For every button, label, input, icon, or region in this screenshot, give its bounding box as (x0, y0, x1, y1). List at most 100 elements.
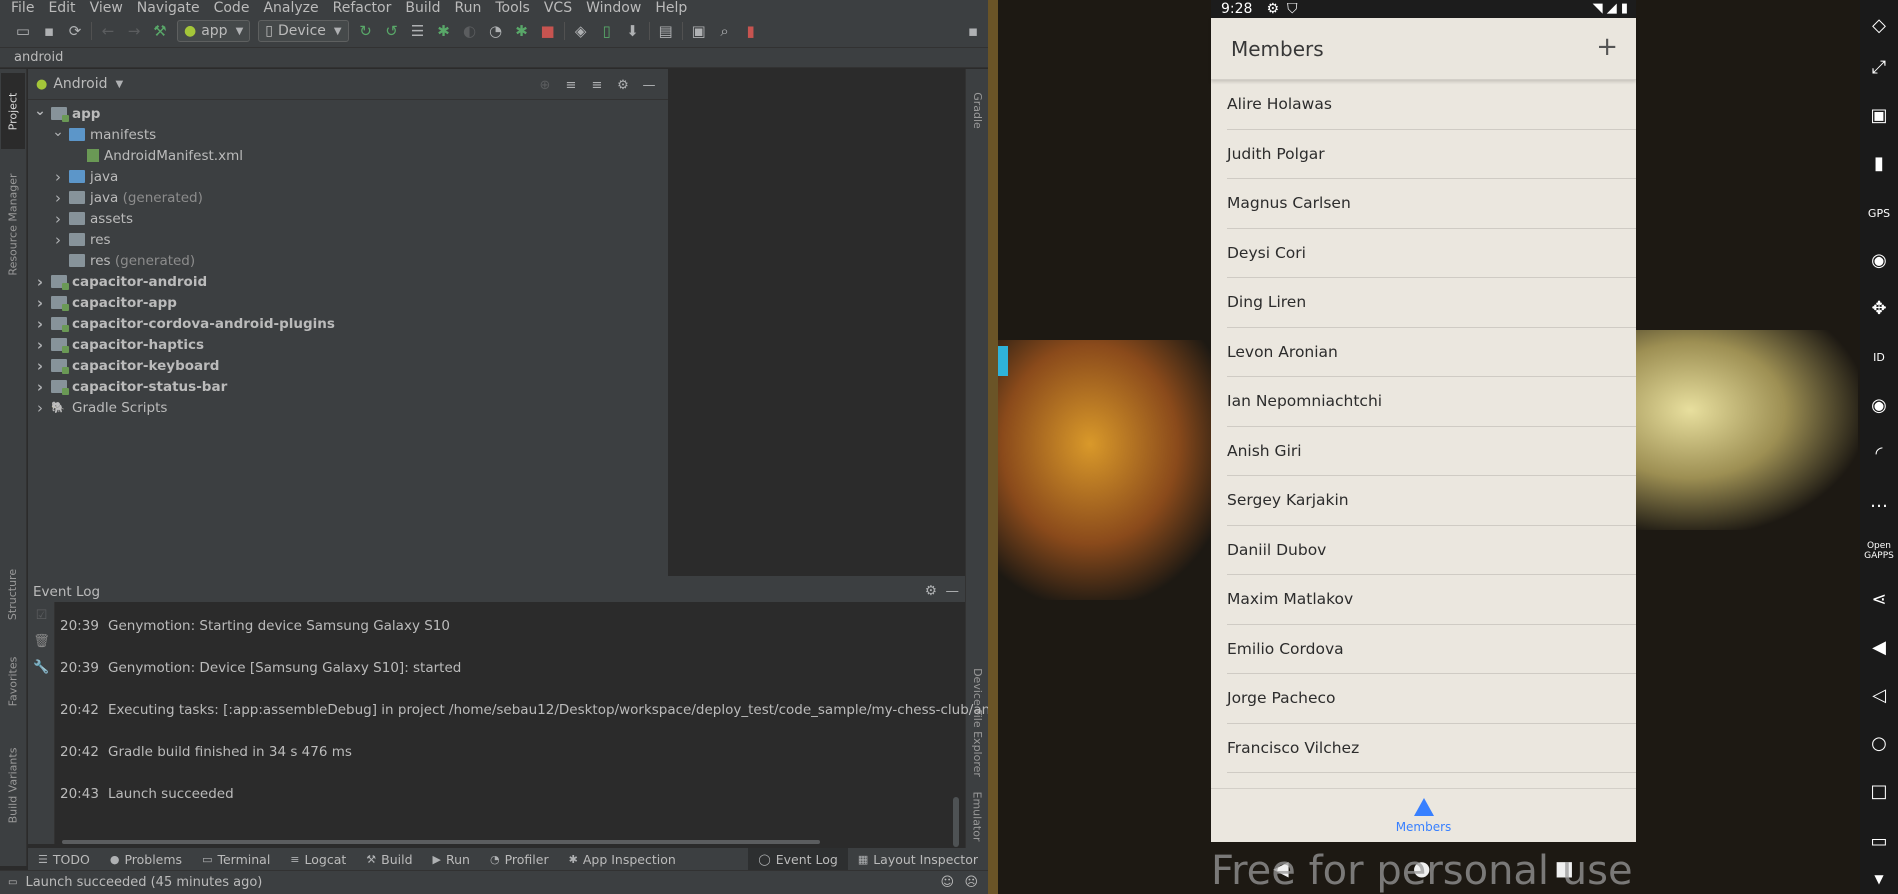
wrench-icon[interactable]: 🔧 (28, 654, 55, 680)
back-icon[interactable]: ← (95, 18, 121, 44)
tab-project[interactable]: Project (1, 73, 25, 149)
media-icon[interactable]: ◉ (1860, 390, 1898, 420)
search-icon[interactable]: ⌕ (712, 18, 738, 44)
list-item[interactable]: Daniil Dubov (1227, 526, 1636, 575)
list-item[interactable]: Deysi Cori (1227, 229, 1636, 278)
user-icon[interactable]: ▪ (960, 18, 986, 44)
list-item[interactable]: Levon Aronian (1227, 328, 1636, 377)
tab-run[interactable]: ▶ Run (423, 848, 480, 870)
vertical-scrollbar[interactable] (953, 797, 959, 847)
tab-favorites[interactable]: Favorites (1, 647, 25, 715)
coverage-icon[interactable]: ◐ (457, 18, 483, 44)
chevron-down-icon[interactable]: ▼ (115, 79, 123, 90)
capture-icon[interactable]: ▣ (1860, 100, 1898, 130)
project-structure-icon[interactable]: ▤ (653, 18, 679, 44)
list-item[interactable]: Ian Nepomniachtchi (1227, 377, 1636, 427)
fullscreen-icon[interactable]: ⤢ (1860, 52, 1898, 82)
chevron-right-icon[interactable]: › (50, 231, 66, 249)
tree-node[interactable]: › res (28, 229, 668, 250)
tab-members[interactable]: Members (1396, 797, 1451, 834)
menu-item-analyze[interactable]: Analyze (263, 0, 318, 16)
volume-icon[interactable]: ◀ (1860, 632, 1898, 662)
tree-node[interactable]: › 🐘 Gradle Scripts (28, 397, 668, 418)
tree-node[interactable]: › capacitor-haptics (28, 334, 668, 355)
chevron-right-icon[interactable]: › (50, 189, 66, 207)
mark-all-read-icon[interactable]: ☑ (28, 602, 55, 628)
tree-node[interactable]: › capacitor-keyboard (28, 355, 668, 376)
list-item[interactable]: Ding Liren (1227, 278, 1636, 328)
collapse-all-icon[interactable]: ≡ (584, 75, 610, 95)
apply-code-changes-icon[interactable]: ↺ (379, 18, 405, 44)
menu-item-tools[interactable]: Tools (495, 0, 530, 16)
device-manager-icon[interactable]: ▮ (738, 18, 764, 44)
tree-node[interactable]: › java (generated) (28, 187, 668, 208)
menu-item-run[interactable]: Run (455, 0, 482, 16)
tab-build[interactable]: ⚒ Build (356, 848, 422, 870)
menu-item-code[interactable]: Code (214, 0, 250, 16)
make-project-icon[interactable]: ⚒ (147, 18, 173, 44)
status-message[interactable]: Launch succeeded (45 minutes ago) (25, 875, 262, 890)
menu-item-build[interactable]: Build (405, 0, 440, 16)
menu-item-file[interactable]: File (11, 0, 34, 16)
open-gapps-icon[interactable]: Open GAPPS (1860, 534, 1898, 568)
list-item[interactable]: Alire Holawas (1227, 80, 1636, 130)
run-list-icon[interactable]: ☰ (405, 18, 431, 44)
identifier-icon[interactable]: ID (1860, 342, 1898, 372)
tab-structure[interactable]: Structure (1, 557, 25, 631)
avd-manager-icon[interactable]: ▯ (594, 18, 620, 44)
sms-icon[interactable]: … (1860, 486, 1898, 516)
chevron-down-icon[interactable]: ⌄ (32, 103, 48, 119)
forward-icon[interactable]: → (121, 18, 147, 44)
list-item[interactable]: Jorge Pacheco (1227, 674, 1636, 724)
chevron-right-icon[interactable]: › (32, 336, 48, 354)
tab-build-variants[interactable]: Build Variants (1, 734, 25, 836)
menu-item-edit[interactable]: Edit (48, 0, 75, 16)
profile-icon[interactable]: ◔ (483, 18, 509, 44)
list-item[interactable]: Anish Giri (1227, 427, 1636, 476)
tab-layout-inspector[interactable]: ▦ Layout Inspector (848, 848, 988, 870)
tab-app-inspection[interactable]: ✱ App Inspection (559, 848, 686, 870)
chevron-right-icon[interactable]: › (50, 210, 66, 228)
tree-node[interactable]: › capacitor-app (28, 292, 668, 313)
gear-icon[interactable]: ⚙ (925, 583, 937, 599)
hide-icon[interactable]: — (946, 583, 960, 599)
chevron-right-icon[interactable]: › (32, 357, 48, 375)
chevron-right-icon[interactable]: › (32, 273, 48, 291)
sync-icon[interactable]: ⟳ (62, 18, 88, 44)
gear-icon[interactable]: ⚙ (610, 75, 636, 95)
hide-icon[interactable]: — (636, 75, 662, 95)
tab-event-log[interactable]: ◯ Event Log (748, 848, 848, 870)
trash-icon[interactable]: 🗑 (28, 628, 55, 654)
chevron-right-icon[interactable]: › (32, 378, 48, 396)
menu-item-help[interactable]: Help (655, 0, 687, 16)
recents-icon[interactable]: □ (1860, 776, 1898, 806)
gps-icon[interactable]: GPS (1860, 198, 1898, 228)
back-icon[interactable]: ◁ (1860, 680, 1898, 710)
project-view-select[interactable]: Android (53, 76, 107, 92)
list-item[interactable]: Magnus Carlsen (1227, 179, 1636, 229)
tab-resource-manager[interactable]: Resource Manager (1, 159, 25, 289)
tab-logcat[interactable]: ≡ Logcat (280, 848, 356, 870)
share-icon[interactable]: ⋖ (1860, 584, 1898, 614)
list-item[interactable]: Maxim Matlakov (1227, 575, 1636, 625)
menu-item-window[interactable]: Window (586, 0, 641, 16)
locate-icon[interactable]: ⊕ (532, 75, 558, 95)
chevron-right-icon[interactable]: › (32, 294, 48, 312)
list-item[interactable]: Emilio Cordova (1227, 625, 1636, 674)
open-icon[interactable]: ▭ (10, 18, 36, 44)
move-icon[interactable]: ✥ (1860, 293, 1898, 323)
device-select[interactable]: ▯ Device ▼ (258, 20, 349, 42)
stop-icon[interactable]: ■ (535, 18, 561, 44)
tree-node[interactable]: AndroidManifest.xml (28, 145, 668, 166)
sdk-manager-icon[interactable]: ⬇ (620, 18, 646, 44)
tree-node[interactable]: ⌄ manifests (28, 124, 668, 145)
chevron-right-icon[interactable]: › (32, 399, 48, 417)
expand-all-icon[interactable]: ≡ (558, 75, 584, 95)
menu-item-refactor[interactable]: Refactor (333, 0, 392, 16)
genymotion-icon[interactable]: ◈ (568, 18, 594, 44)
chevron-right-icon[interactable]: › (32, 315, 48, 333)
run-config-select[interactable]: ● app ▼ (177, 20, 251, 42)
tree-node[interactable]: › capacitor-status-bar (28, 376, 668, 397)
save-icon[interactable]: ▪ (36, 18, 62, 44)
camera-icon[interactable]: ◉ (1860, 245, 1898, 275)
